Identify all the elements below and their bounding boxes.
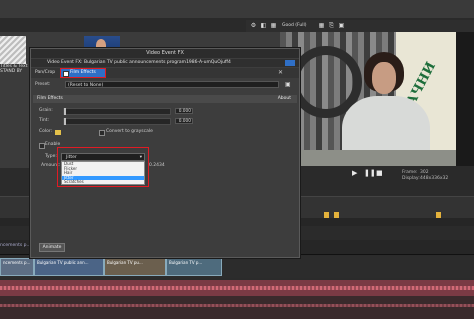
frame-value: 302 xyxy=(420,170,429,175)
save-snapshot-icon[interactable]: ▣ xyxy=(338,22,345,29)
gear-icon[interactable]: ⚙ xyxy=(250,22,257,29)
preview-quality-select[interactable]: Good (Full) xyxy=(282,22,314,29)
amount-value[interactable]: 0.2434 xyxy=(149,162,165,170)
fx-chain-label: Video Event FX: Bulgarian TV public anno… xyxy=(47,60,231,65)
film-effects-enable-checkbox[interactable] xyxy=(63,70,69,77)
audio-track-2[interactable] xyxy=(0,296,474,319)
display-value: 448x336x32 xyxy=(420,176,449,181)
animate-button[interactable]: Animate xyxy=(39,243,65,252)
display-label: Display: xyxy=(402,176,420,181)
overlay-icon[interactable]: ▦ xyxy=(270,22,277,29)
fx-chain-row: Video Event FX: Bulgarian TV public anno… xyxy=(31,59,299,67)
top-area xyxy=(0,0,474,18)
video-clip[interactable]: ncements p... xyxy=(0,258,34,276)
video-clip[interactable]: Bulgarian TV pu... xyxy=(104,258,166,276)
preview-toolbar: ⚙ ◧ ▦ Good (Full) ▦ ⎘ ▣ xyxy=(246,20,474,32)
dialog-title: Video Event FX xyxy=(31,49,299,58)
media-thumbnail-titles[interactable] xyxy=(0,36,26,64)
about-link[interactable]: About xyxy=(278,95,291,103)
play-icon[interactable]: ▶ xyxy=(352,169,357,177)
video-event-fx-dialog: Video Event FX Video Event FX: Bulgarian… xyxy=(30,48,300,258)
grain-value[interactable]: 0.000 xyxy=(175,108,193,114)
fx-tabs: Pan/Crop Film Effects ✕ xyxy=(31,68,299,78)
tab-film-effects[interactable]: Film Effects xyxy=(60,68,106,78)
tab-pan-crop[interactable]: Pan/Crop xyxy=(33,69,57,77)
grid-icon[interactable]: ▦ xyxy=(318,22,325,29)
color-label: Color: xyxy=(39,129,53,134)
split-screen-icon[interactable]: ◧ xyxy=(260,22,267,29)
audio-track[interactable] xyxy=(0,280,474,296)
preset-row: Preset: (Reset to None) ▣ xyxy=(31,81,299,89)
film-effects-section-header: Film Effects About xyxy=(33,95,297,103)
fx-plugin-chain-button[interactable] xyxy=(285,60,295,66)
grayscale-checkbox[interactable] xyxy=(99,130,105,136)
remove-fx-icon[interactable]: ✕ xyxy=(278,69,283,76)
tint-label: Tint: xyxy=(39,118,49,123)
frame-label: Frame: xyxy=(402,170,418,175)
type-label: Type: xyxy=(45,154,57,159)
color-swatch[interactable] xyxy=(55,130,61,135)
save-preset-icon[interactable]: ▣ xyxy=(285,81,291,88)
pause-icon[interactable]: ❚❚ xyxy=(364,169,376,177)
grain-slider[interactable] xyxy=(63,108,171,115)
tint-slider[interactable] xyxy=(63,118,171,125)
tint-value[interactable]: 0.000 xyxy=(175,118,193,124)
preset-label: Preset: xyxy=(35,82,51,87)
grain-label: Grain: xyxy=(39,108,53,113)
dropdown-highlight xyxy=(57,147,149,187)
video-clip[interactable]: Bulgarian TV p... xyxy=(166,258,222,276)
copy-snapshot-icon[interactable]: ⎘ xyxy=(328,22,335,29)
convert-grayscale-label: Convert to grayscale xyxy=(106,129,153,134)
preview-controls: ▶ ❚❚ ■ Frame: 302 Display: 448x336x32 xyxy=(280,166,474,190)
preset-select[interactable]: (Reset to None) xyxy=(65,81,279,88)
video-preview-frame: НАЧНИ xyxy=(280,32,456,166)
track-name: ncements p... xyxy=(0,243,31,248)
stop-icon[interactable]: ■ xyxy=(376,169,383,177)
video-clip[interactable]: Bulgarian TV public ann... xyxy=(34,258,104,276)
video-track: ncements p... Bulgarian TV public ann...… xyxy=(0,256,474,278)
media-thumbnail-caption: Titles & Text STAND BY xyxy=(0,64,28,74)
